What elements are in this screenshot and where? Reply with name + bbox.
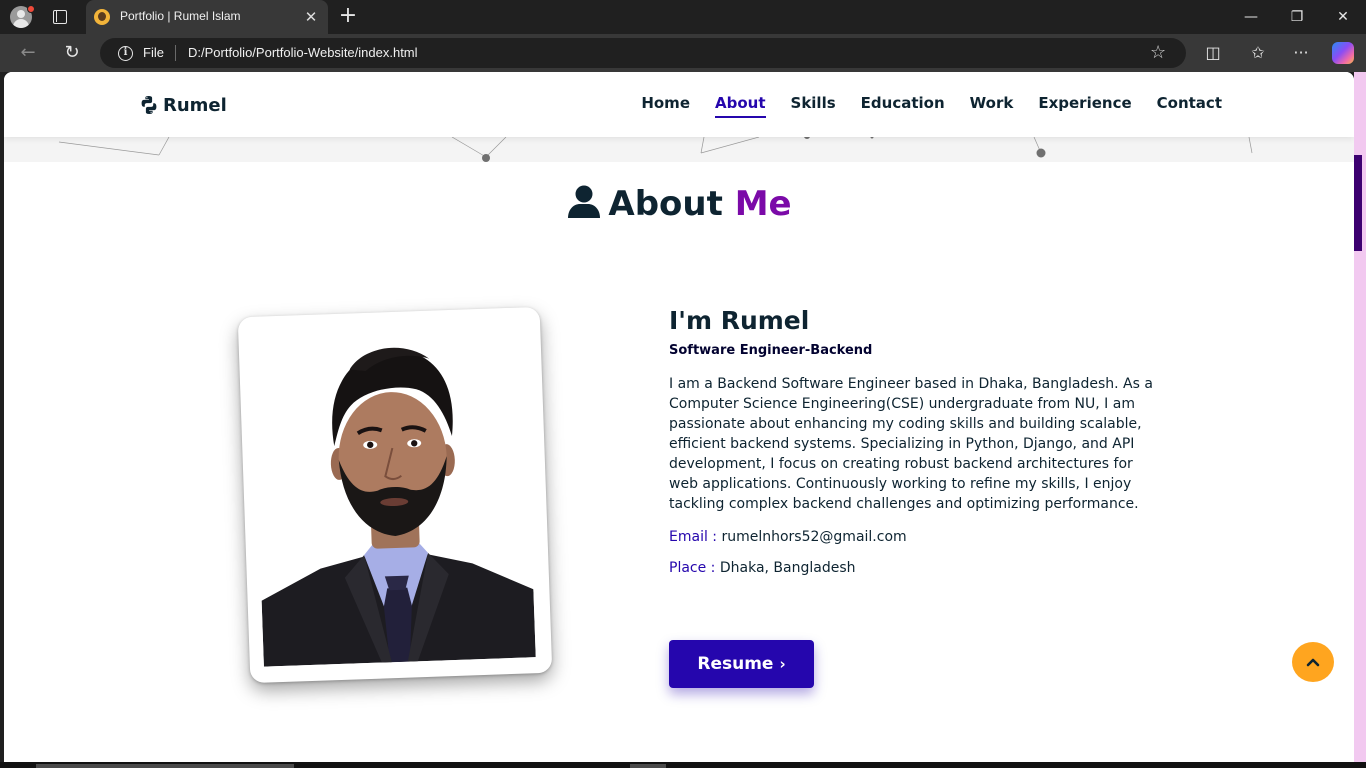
section-heading: About Me: [4, 184, 1354, 224]
copilot-icon[interactable]: [1332, 42, 1354, 64]
browser-tab[interactable]: Portfolio | Rumel Islam ✕: [86, 0, 328, 34]
logo-text: Rumel: [163, 94, 227, 116]
nav-contact[interactable]: Contact: [1157, 94, 1222, 118]
particle-dot: [870, 137, 874, 139]
more-icon[interactable]: ···: [1289, 42, 1313, 64]
tab-actions-icon[interactable]: [53, 10, 67, 24]
chevron-right-icon: ›: [779, 655, 786, 673]
nav-skills[interactable]: Skills: [791, 94, 836, 118]
about-description: I am a Backend Software Engineer based i…: [669, 376, 1153, 512]
page-scrollbar-thumb[interactable]: [1354, 155, 1362, 251]
profile-photo-card: [237, 306, 553, 684]
new-tab-button[interactable]: +: [337, 5, 359, 27]
favorites-icon[interactable]: ✩: [1246, 42, 1270, 64]
split-screen-icon[interactable]: ◫: [1201, 42, 1225, 64]
window-minimize-button[interactable]: —: [1228, 0, 1274, 34]
place-line: Place : Dhaka, Bangladesh: [669, 560, 1159, 576]
favicon-icon: [94, 9, 110, 25]
info-icon[interactable]: i: [118, 46, 133, 61]
address-url[interactable]: D:/Portfolio/Portfolio-Website/index.htm…: [188, 45, 418, 60]
email-label: Email :: [669, 529, 718, 545]
about-role: Software Engineer-Backend: [669, 343, 873, 358]
place-label: Place :: [669, 560, 716, 576]
place-value: Dhaka, Bangladesh: [719, 560, 856, 576]
particle-dot: [482, 154, 490, 162]
particle-dot: [1036, 148, 1046, 158]
scroll-top-button[interactable]: [1292, 642, 1334, 682]
address-separator: [175, 45, 176, 61]
browser-toolbar: ← ↻ i File D:/Portfolio/Portfolio-Websit…: [0, 34, 1366, 72]
section-heading-main: About: [608, 184, 723, 224]
particles-background: [4, 137, 1354, 162]
taskbar-strip: [0, 762, 1366, 768]
page-viewport: Rumel Home About Skills Education Work E…: [4, 72, 1354, 762]
window-close-button[interactable]: ✕: [1320, 0, 1366, 34]
about-name: I'm Rumel: [669, 306, 810, 335]
about-content: I'm Rumel Software Engineer-Backend I am…: [669, 306, 1159, 576]
site-header: Rumel Home About Skills Education Work E…: [4, 72, 1354, 137]
address-bar[interactable]: i File D:/Portfolio/Portfolio-Website/in…: [100, 38, 1186, 68]
window-restore-button[interactable]: ❐: [1274, 0, 1320, 34]
main-nav: Home About Skills Education Work Experie…: [616, 94, 1222, 118]
nav-about[interactable]: About: [715, 94, 766, 118]
email-value: rumelnhors52@gmail.com: [721, 529, 907, 545]
address-scheme: File: [143, 45, 164, 60]
python-logo-icon: [141, 96, 157, 114]
tab-title: Portfolio | Rumel Islam: [120, 9, 241, 23]
nav-education[interactable]: Education: [861, 94, 945, 118]
section-heading-accent: Me: [734, 184, 792, 224]
nav-experience[interactable]: Experience: [1038, 94, 1131, 118]
reload-icon[interactable]: ↻: [60, 42, 84, 64]
resume-button[interactable]: Resume ›: [669, 640, 814, 688]
back-arrow-icon[interactable]: ←: [16, 42, 40, 64]
user-icon: [568, 185, 601, 218]
chevron-up-icon: [1306, 658, 1320, 667]
star-icon[interactable]: ☆: [1150, 42, 1166, 63]
email-line: Email : rumelnhors52@gmail.com: [669, 529, 1159, 545]
browser-tab-bar: Portfolio | Rumel Islam ✕ + — ❐ ✕: [0, 0, 1366, 34]
particle-dot: [804, 137, 810, 139]
nav-home[interactable]: Home: [641, 94, 690, 118]
tab-close-icon[interactable]: ✕: [302, 7, 320, 27]
profile-notification-dot: [27, 5, 35, 13]
logo[interactable]: Rumel: [139, 92, 227, 118]
resume-label: Resume: [697, 654, 774, 674]
nav-work[interactable]: Work: [970, 94, 1014, 118]
profile-photo: [252, 321, 536, 667]
